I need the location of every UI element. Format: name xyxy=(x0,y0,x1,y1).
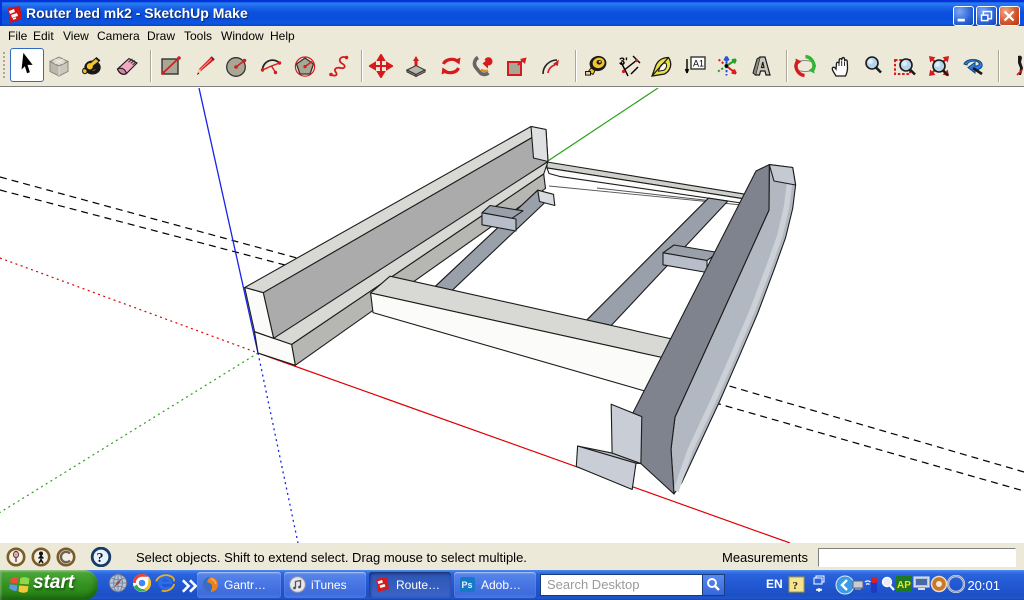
svg-text:?: ? xyxy=(793,580,799,592)
svg-text:A1: A1 xyxy=(693,59,704,69)
svg-text:AP: AP xyxy=(897,580,911,591)
svg-text:Ps: Ps xyxy=(462,580,473,590)
svg-text:?: ? xyxy=(97,551,104,566)
